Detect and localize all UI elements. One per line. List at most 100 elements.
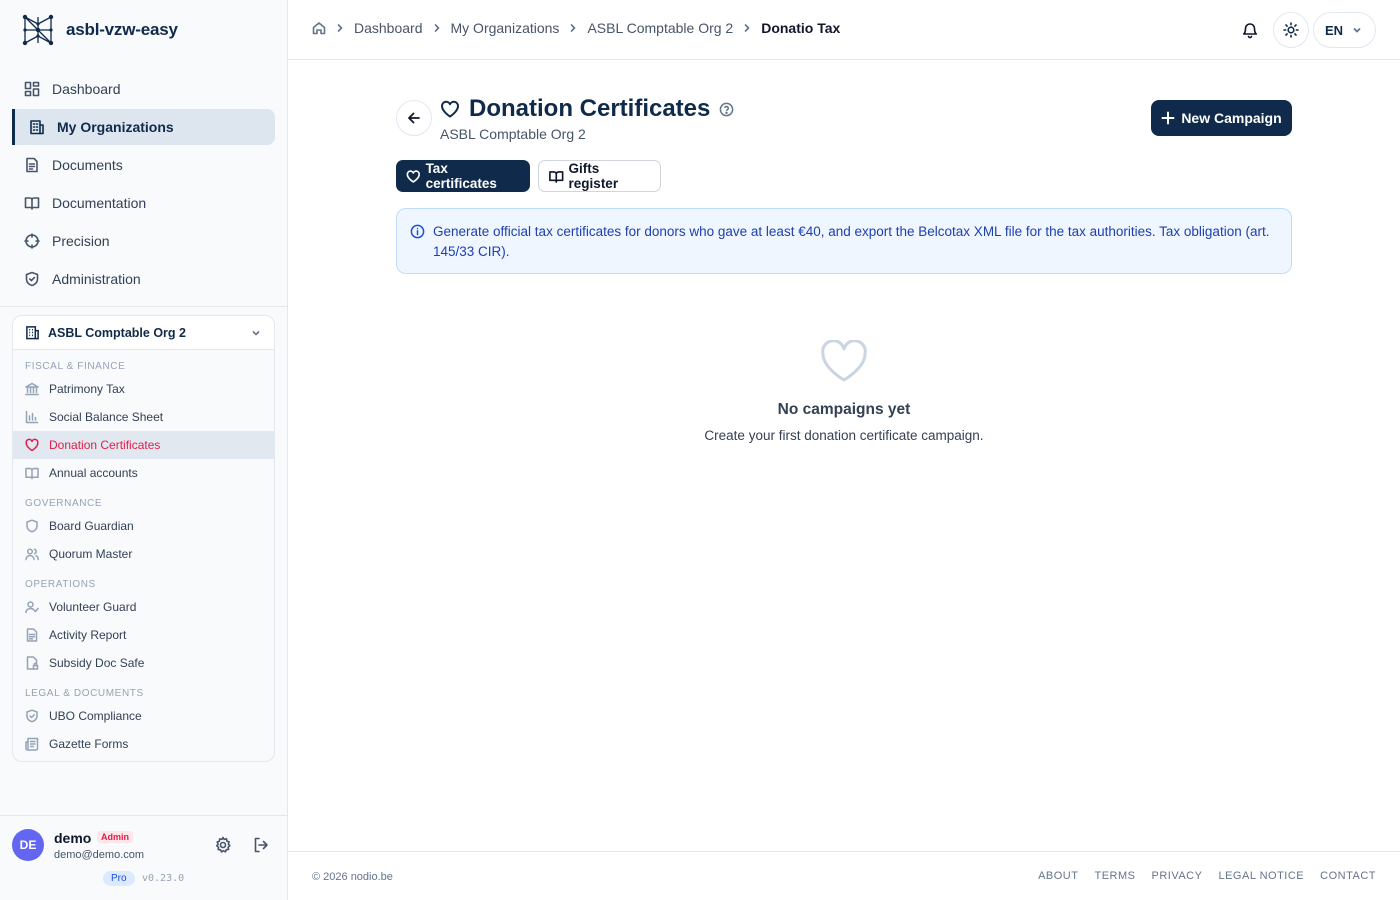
sidebar-item-label: Volunteer Guard [49, 600, 137, 614]
breadcrumb-link[interactable]: Dashboard [354, 20, 423, 36]
sidebar-item-board-guardian[interactable]: Board Guardian [13, 512, 274, 540]
home-icon[interactable] [312, 21, 326, 35]
tab-tax-certificates[interactable]: Tax certificates [396, 160, 530, 192]
org-switcher[interactable]: ASBL Comptable Org 2 [13, 316, 274, 350]
new-campaign-button[interactable]: New Campaign [1151, 100, 1292, 136]
settings-button[interactable] [214, 836, 232, 854]
language-value: EN [1325, 22, 1344, 38]
sidebar-item-label: Social Balance Sheet [49, 410, 164, 424]
page-title: Donation Certificates [469, 95, 711, 122]
book-icon [24, 197, 40, 210]
sidebar-item-documentation[interactable]: Documentation [12, 185, 275, 221]
copyright: © 2026 nodio.be [312, 871, 393, 883]
notifications-button[interactable] [1241, 21, 1259, 39]
chevron-right-icon [571, 24, 576, 32]
info-text: Generate official tax certificates for d… [433, 224, 1270, 259]
sidebar-item-dashboard[interactable]: Dashboard [12, 71, 275, 107]
language-select[interactable]: EN [1313, 12, 1376, 48]
document-icon [26, 157, 38, 173]
footer-link-terms[interactable]: Terms [1094, 870, 1135, 882]
sidebar-item-patrimony-tax[interactable]: Patrimony Tax [13, 375, 274, 403]
info-alert: Generate official tax certificates for d… [396, 208, 1292, 274]
sidebar-item-activity-report[interactable]: Activity Report [13, 621, 274, 649]
sidebar-item-administration[interactable]: Administration [12, 261, 275, 297]
sidebar-item-volunteer-guard[interactable]: Volunteer Guard [13, 593, 274, 621]
page-header: Donation Certificates [440, 95, 734, 123]
org-name: ASBL Comptable Org 2 [48, 325, 186, 340]
sidebar-item-gazette-forms[interactable]: Gazette Forms [13, 730, 274, 758]
chevron-right-icon [744, 24, 750, 32]
sidebar-item-quorum-master[interactable]: Quorum Master [13, 540, 274, 568]
building-icon [26, 326, 39, 340]
user-check-icon [25, 601, 39, 614]
dashboard-icon [24, 81, 40, 97]
sidebar-item-subsidy-doc-safe[interactable]: Subsidy Doc Safe [13, 649, 274, 677]
org-panel: ASBL Comptable Org 2 FISCAL & FINANCE Pa… [12, 315, 275, 762]
sidebar-item-donation-certificates[interactable]: Donation Certificates [13, 431, 274, 459]
sidebar-item-my-organizations[interactable]: My Organizations [12, 109, 275, 145]
sidebar-item-documents[interactable]: Documents [12, 147, 275, 183]
sidebar-item-label: Precision [52, 233, 110, 249]
brand[interactable]: asbl-vzw-easy [20, 12, 178, 48]
sidebar-item-ubo-compliance[interactable]: UBO Compliance [13, 702, 274, 730]
sidebar-item-label: Gazette Forms [49, 737, 129, 751]
tab-label: Tax certificates [425, 161, 497, 191]
footer-link-privacy[interactable]: Privacy [1151, 870, 1202, 882]
breadcrumb: Dashboard My Organizations ASBL Comptabl… [312, 20, 840, 36]
new-campaign-label: New Campaign [1181, 110, 1282, 126]
users-icon [25, 548, 39, 561]
help-circle-icon[interactable] [719, 102, 734, 117]
plan-badge: Pro [103, 871, 135, 886]
footer-link-about[interactable]: About [1038, 870, 1078, 882]
footer-link-legal-notice[interactable]: Legal Notice [1218, 870, 1304, 882]
heart-icon [821, 339, 867, 382]
file-text-icon [26, 628, 38, 642]
user-name: demo [54, 830, 92, 846]
avatar[interactable]: DE [12, 829, 44, 861]
file-lock-icon [26, 656, 39, 670]
sidebar-item-label: Quorum Master [49, 547, 133, 561]
shield-check-icon [26, 709, 38, 723]
chevron-right-icon [434, 24, 439, 32]
tab-gifts-register[interactable]: Gifts register [538, 160, 661, 192]
heart-icon [406, 169, 421, 183]
back-button[interactable] [396, 100, 432, 136]
breadcrumb-link[interactable]: My Organizations [451, 20, 560, 36]
role-badge: Admin [97, 831, 133, 843]
book-open-icon [25, 467, 39, 480]
chevron-down-icon [252, 330, 260, 336]
heart-icon [440, 100, 460, 118]
theme-toggle-button[interactable] [1273, 12, 1309, 48]
building-icon [30, 120, 44, 135]
top-bar: Dashboard My Organizations ASBL Comptabl… [288, 0, 1400, 60]
sidebar-item-precision[interactable]: Precision [12, 223, 275, 259]
sun-icon [1283, 22, 1299, 38]
tab-label: Gifts register [568, 161, 619, 191]
footer-link-contact[interactable]: Contact [1320, 870, 1376, 882]
logout-button[interactable] [252, 836, 270, 854]
empty-state-heart [820, 339, 868, 384]
breadcrumb-link[interactable]: ASBL Comptable Org 2 [587, 20, 733, 36]
empty-state-description: Create your first donation certificate c… [704, 428, 984, 443]
footer-links: About Terms Privacy Legal Notice Contact [1038, 870, 1376, 882]
book-open-icon [549, 170, 564, 183]
arrow-left-icon [408, 112, 420, 124]
chevron-right-icon [337, 24, 343, 32]
sidebar-divider [0, 306, 287, 307]
bank-icon [25, 382, 39, 396]
main-nav: Dashboard My Organizations Documents Doc… [12, 71, 275, 299]
page-subtitle: ASBL Comptable Org 2 [440, 126, 586, 142]
sidebar-item-label: Board Guardian [49, 519, 134, 533]
gear-icon [216, 836, 231, 853]
group-title-legal: LEGAL & DOCUMENTS [25, 688, 144, 699]
sidebar-item-annual-accounts[interactable]: Annual accounts [13, 459, 274, 487]
bell-icon [1242, 23, 1258, 39]
sidebar-item-social-balance-sheet[interactable]: Social Balance Sheet [13, 403, 274, 431]
sidebar-item-label: Documents [52, 157, 123, 173]
heart-icon [25, 438, 39, 452]
plus-icon [1161, 111, 1175, 125]
sidebar-item-label: Annual accounts [49, 466, 138, 480]
group-title-governance: GOVERNANCE [25, 498, 103, 509]
version-label: v0.23.0 [142, 873, 185, 884]
group-title-operations: OPERATIONS [25, 579, 96, 590]
